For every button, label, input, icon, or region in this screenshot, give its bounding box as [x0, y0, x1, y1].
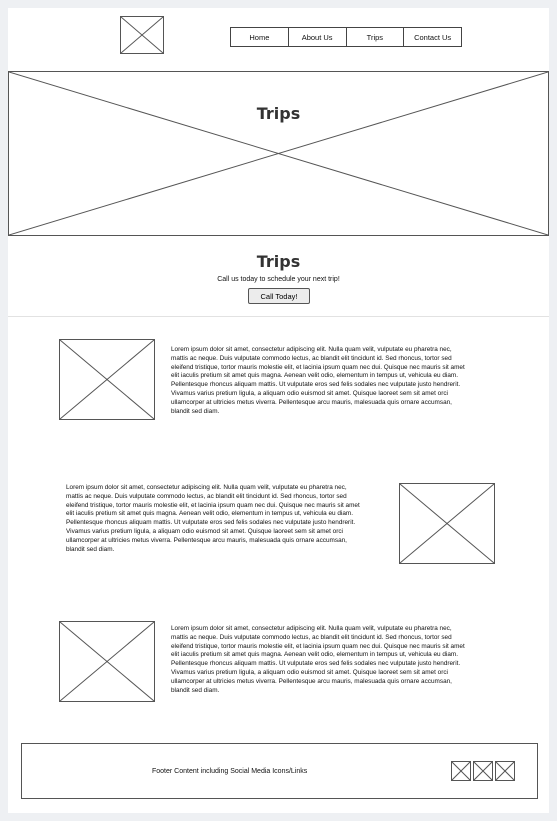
- nav-item-contact-us[interactable]: Contact Us: [404, 28, 461, 46]
- call-today-button[interactable]: Call Today!: [248, 288, 310, 304]
- nav-item-trips[interactable]: Trips: [347, 28, 405, 46]
- page: Home About Us Trips Contact Us Trips Tri…: [8, 8, 549, 813]
- cta-text: Call us today to schedule your next trip…: [217, 276, 340, 283]
- cta-title: Trips: [256, 252, 301, 271]
- content-image-placeholder-icon: [59, 621, 155, 702]
- footer-text: Footer Content including Social Media Ic…: [152, 768, 308, 775]
- logo-image-placeholder-icon[interactable]: [120, 16, 164, 54]
- social-media-icon[interactable]: [473, 761, 493, 781]
- social-media-icon[interactable]: [495, 761, 515, 781]
- content-image-placeholder-icon: [59, 339, 155, 420]
- content-paragraph: Lorem ipsum dolor sit amet, consectetur …: [171, 346, 465, 415]
- content-paragraph: Lorem ipsum dolor sit amet, consectetur …: [171, 625, 465, 694]
- social-media-icon[interactable]: [451, 761, 471, 781]
- section-divider: [8, 316, 549, 317]
- hero-title: Trips: [256, 104, 301, 123]
- nav-item-home[interactable]: Home: [231, 28, 289, 46]
- content-image-placeholder-icon: [399, 483, 495, 564]
- nav-item-about-us[interactable]: About Us: [289, 28, 347, 46]
- hero-image-placeholder-icon: [8, 71, 549, 236]
- footer: Footer Content including Social Media Ic…: [21, 743, 538, 799]
- content-paragraph: Lorem ipsum dolor sit amet, consectetur …: [66, 484, 360, 553]
- main-nav: Home About Us Trips Contact Us: [230, 27, 462, 47]
